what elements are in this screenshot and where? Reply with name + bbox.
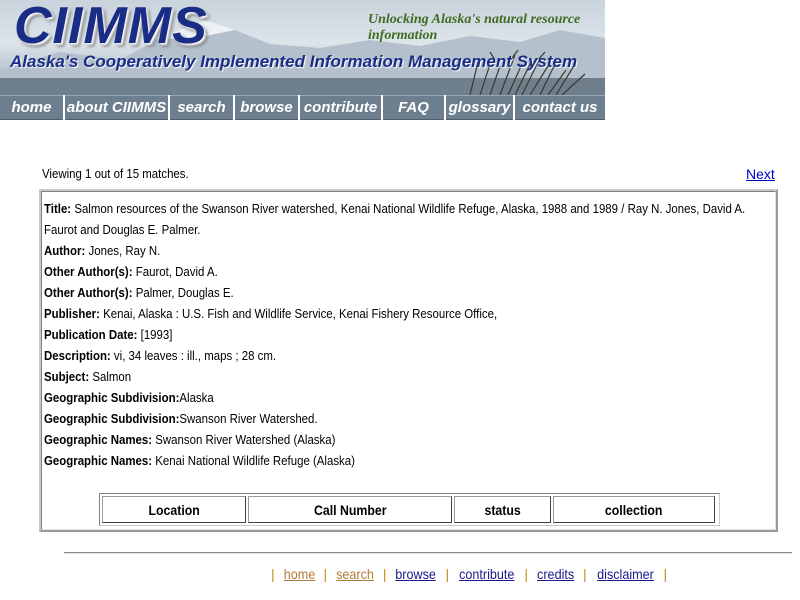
record-fields: Title: Salmon resources of the Swanson R… [44, 198, 745, 471]
site-logo[interactable]: CIIMMS [14, 0, 208, 56]
nav-home[interactable]: home [0, 95, 63, 120]
record-title: Title: Salmon resources of the Swanson R… [44, 201, 746, 237]
nav-contact-us[interactable]: contact us [515, 95, 605, 120]
record-publisher: Publisher: Kenai, Alaska : U.S. Fish and… [44, 306, 498, 321]
record-other-author: Other Author(s): Palmer, Douglas E. [44, 285, 234, 300]
record-geographic-names: Geographic Names: Swanson River Watershe… [44, 432, 336, 447]
record-panel: Title: Salmon resources of the Swanson R… [39, 189, 778, 532]
footer-link-search[interactable]: search [336, 566, 374, 582]
nav-faq[interactable]: FAQ [383, 95, 444, 120]
record-author: Author: Jones, Ray N. [44, 243, 161, 258]
footer-link-home[interactable]: home [283, 566, 315, 582]
record-other-author: Other Author(s): Faurot, David A. [44, 264, 218, 279]
site-subtitle: Alaska's Cooperatively Implemented Infor… [10, 52, 578, 71]
footer-nav: | home | search | browse | contribute | … [271, 566, 668, 582]
next-link[interactable]: Next [746, 166, 775, 182]
nav-contribute[interactable]: contribute [300, 95, 381, 120]
record-publication-date: Publication Date: [1993] [44, 327, 173, 342]
footer-divider [64, 552, 792, 554]
record-subject: Subject: Salmon [44, 369, 132, 384]
nav-browse[interactable]: browse [235, 95, 298, 120]
column-header-call-number: Call Number [248, 496, 452, 523]
record-geographic-subdivision: Geographic Subdivision:Swanson River Wat… [44, 411, 318, 426]
nav-about[interactable]: about CIIMMS [65, 95, 168, 120]
footer-link-credits[interactable]: credits [537, 566, 574, 582]
footer-link-disclaimer[interactable]: disclaimer [597, 566, 654, 582]
footer-link-contribute[interactable]: contribute [459, 566, 514, 582]
footer-link-browse[interactable]: browse [396, 566, 437, 582]
nav-glossary[interactable]: glossary [446, 95, 513, 120]
column-header-collection: collection [553, 496, 715, 523]
site-tagline: Unlocking Alaska's natural resource info… [368, 12, 581, 43]
results-count: Viewing 1 out of 15 matches. [42, 166, 189, 181]
holdings-table: Location Call Number status collection [99, 493, 720, 526]
site-banner: CIIMMS Unlocking Alaska's natural resour… [0, 0, 605, 95]
record-geographic-subdivision: Geographic Subdivision:Alaska [44, 390, 214, 405]
main-nav: home about CIIMMS search browse contribu… [0, 95, 605, 120]
column-header-location: Location [102, 496, 246, 523]
record-description: Description: vi, 34 leaves : ill., maps … [44, 348, 277, 363]
record-geographic-names: Geographic Names: Kenai National Wildlif… [44, 453, 355, 468]
nav-search[interactable]: search [170, 95, 233, 120]
column-header-status: status [454, 496, 551, 523]
